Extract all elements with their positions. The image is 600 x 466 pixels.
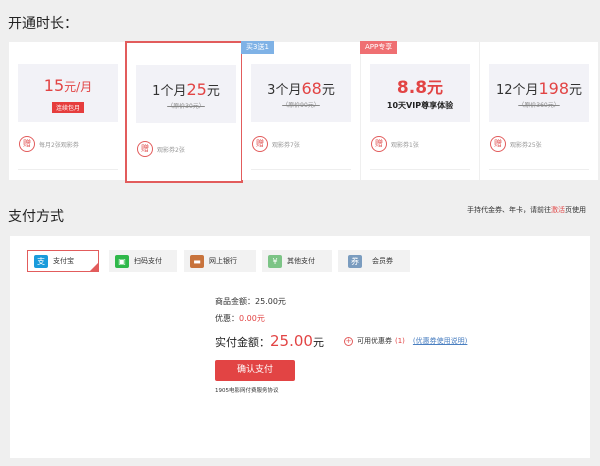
qrcode-icon: ▣ xyxy=(115,254,129,268)
coupon-label[interactable]: 可用优惠券 xyxy=(357,336,392,346)
service-agreement-link[interactable]: 1905电影网付费服务协议 xyxy=(215,386,279,394)
price-number: 8.8 xyxy=(396,78,428,98)
actual-amount-label: 实付金额： xyxy=(215,336,270,349)
payment-note-tail: 页使用 xyxy=(565,206,586,214)
coupon-count: (1) xyxy=(395,337,405,345)
gift-row: 赠 观影券2张 xyxy=(137,141,185,157)
plan-card-12-months[interactable]: 12个月198元 （原价360元） 赠 观影券25张 xyxy=(480,42,598,180)
plan-card-monthly[interactable]: 15元/月 连续包月 赠 每月2张观影券 xyxy=(9,42,127,180)
selected-check-icon xyxy=(90,263,98,271)
gift-icon: 赠 xyxy=(19,136,35,152)
price-unit: 元/月 xyxy=(64,80,93,94)
coupon-help-link[interactable]: (优惠券使用说明) xyxy=(413,336,467,346)
discount-value: 0.00元 xyxy=(239,314,265,323)
plan-price: 1个月25元 xyxy=(136,80,236,99)
price-prefix: 1个月 xyxy=(152,84,187,99)
gift-row: 赠 观影券7张 xyxy=(252,136,300,152)
original-price: （原价360元） xyxy=(518,102,560,109)
price-panel: 12个月198元 （原价360元） xyxy=(489,64,589,122)
coupon-row[interactable]: + 可用优惠券 (1) (优惠券使用说明) xyxy=(344,336,467,346)
plan-card-app-trial[interactable]: APP专享 8.8元 10天VIP尊享体验 赠 观影券1张 xyxy=(360,41,479,180)
promo-tag: APP专享 xyxy=(360,41,398,54)
subscription-badge: 连续包月 xyxy=(51,102,84,113)
discount-label: 优惠： xyxy=(215,314,239,323)
price-panel: 8.8元 10天VIP尊享体验 xyxy=(370,64,470,122)
price-unit: 元 xyxy=(569,83,583,98)
actual-amount-unit: 元 xyxy=(312,336,324,349)
plan-card-3-months[interactable]: 买3送1 3个月68元 （原价90元） 赠 观影券7张 xyxy=(241,41,360,180)
divider xyxy=(251,169,351,170)
goods-amount-value: 25.00元 xyxy=(255,297,286,306)
gift-row: 赠 观影券1张 xyxy=(371,136,419,152)
divider xyxy=(489,169,589,170)
method-label: 扫码支付 xyxy=(134,257,162,265)
promo-tag: 买3送1 xyxy=(241,41,274,54)
coin-icon: ¥ xyxy=(268,254,282,268)
divider xyxy=(18,169,118,170)
method-online-bank[interactable]: ▬ 网上银行 xyxy=(184,250,256,272)
price-number: 198 xyxy=(538,79,570,98)
activate-link[interactable]: 激活 xyxy=(551,206,565,214)
method-member-coupon[interactable]: 券 会员券 xyxy=(338,250,410,272)
price-number: 15 xyxy=(43,76,65,95)
gift-text: 观影券25张 xyxy=(510,141,542,149)
actual-amount-row: 实付金额：25.00元 xyxy=(215,332,324,350)
goods-amount-label: 商品金额： xyxy=(215,297,255,306)
method-label: 会员券 xyxy=(372,257,393,265)
gift-icon: 赠 xyxy=(371,136,387,152)
gift-row: 赠 观影券25张 xyxy=(490,136,542,152)
method-qrcode[interactable]: ▣ 扫码支付 xyxy=(109,250,177,272)
price-panel: 15元/月 连续包月 xyxy=(18,64,118,122)
gift-text: 每月2张观影券 xyxy=(39,141,79,149)
price-prefix: 12个月 xyxy=(495,83,539,98)
payment-note: 手持代金券、年卡，请前往激活页使用 xyxy=(467,205,586,215)
gift-row: 赠 每月2张观影券 xyxy=(19,136,79,152)
plan-price: 15元/月 xyxy=(18,76,118,95)
price-panel: 3个月68元 （原价90元） xyxy=(251,64,351,122)
plan-price: 12个月198元 xyxy=(489,79,589,98)
plan-price: 3个月68元 xyxy=(251,79,351,98)
gift-icon: 赠 xyxy=(252,136,268,152)
plan-card-1-month[interactable]: 1个月25元 （原价30元） 赠 观影券2张 xyxy=(125,41,243,183)
discount-row: 优惠：0.00元 xyxy=(215,313,265,324)
price-number: 68 xyxy=(301,79,322,98)
price-prefix: 3个月 xyxy=(267,83,302,98)
divider xyxy=(370,169,470,170)
payment-panel: 支 支付宝 ▣ 扫码支付 ▬ 网上银行 ¥ 其他支付 券 会员券 商品金额：25… xyxy=(10,236,590,458)
payment-title: 支付方式 xyxy=(8,209,64,225)
plan-price: 8.8元 xyxy=(370,74,470,98)
bank-card-icon: ▬ xyxy=(190,254,204,268)
trial-subtitle: 10天VIP尊享体验 xyxy=(386,101,454,110)
method-label: 网上银行 xyxy=(209,257,237,265)
goods-amount-row: 商品金额：25.00元 xyxy=(215,296,286,307)
original-price: （原价90元） xyxy=(282,102,320,109)
gift-icon: 赠 xyxy=(137,141,153,157)
gift-icon: 赠 xyxy=(490,136,506,152)
method-label: 支付宝 xyxy=(53,257,74,265)
price-panel: 1个月25元 （原价30元） xyxy=(136,65,236,123)
method-alipay[interactable]: 支 支付宝 xyxy=(27,250,99,272)
duration-title: 开通时长： xyxy=(8,16,78,32)
method-other[interactable]: ¥ 其他支付 xyxy=(262,250,332,272)
price-unit: 元 xyxy=(321,83,335,98)
plus-icon: + xyxy=(344,336,353,346)
method-label: 其他支付 xyxy=(287,257,315,265)
gift-text: 观影券7张 xyxy=(272,141,300,149)
actual-amount-value: 25.00 xyxy=(270,332,313,350)
payment-note-text: 手持代金券、年卡，请前往 xyxy=(467,206,551,214)
alipay-icon: 支 xyxy=(34,254,48,268)
price-unit: 元 xyxy=(427,78,444,97)
gift-text: 观影券1张 xyxy=(391,141,419,149)
price-unit: 元 xyxy=(206,84,220,99)
original-price: （原价30元） xyxy=(167,103,205,110)
gift-text: 观影券2张 xyxy=(157,146,185,154)
ticket-icon: 券 xyxy=(348,254,362,268)
price-number: 25 xyxy=(186,80,207,99)
confirm-payment-button[interactable]: 确认支付 xyxy=(215,360,295,381)
